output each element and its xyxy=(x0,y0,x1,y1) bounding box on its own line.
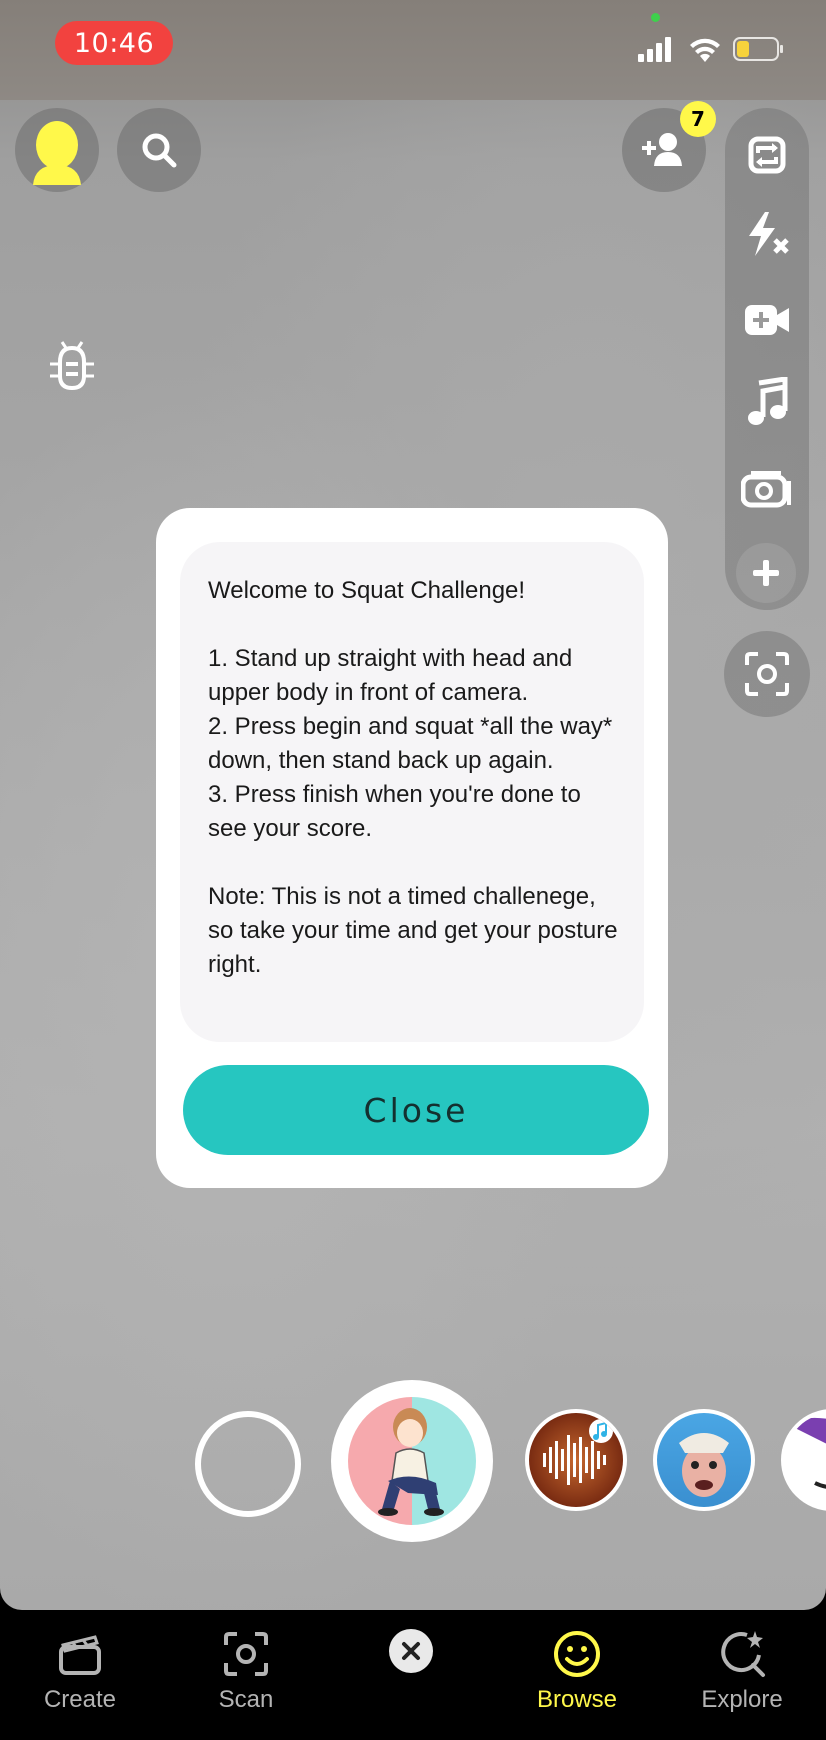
status-icons xyxy=(638,37,783,62)
add-friend-icon xyxy=(642,133,682,166)
nav-label-explore: Explore xyxy=(701,1686,783,1713)
smiley-icon xyxy=(554,1631,600,1677)
nav-label-browse: Browse xyxy=(536,1686,618,1713)
squat-character-icon xyxy=(348,1397,476,1525)
scan-lens-button[interactable] xyxy=(724,631,810,717)
lens-music-waveform[interactable] xyxy=(525,1409,627,1511)
multi-camera-icon xyxy=(741,471,791,508)
camera-viewfinder: 10:46 7 Welcome to Squat Challenge! 1. S… xyxy=(0,0,826,1610)
nav-item-scan[interactable]: Scan xyxy=(176,1628,316,1728)
plus-icon xyxy=(753,560,779,586)
notification-badge: 7 xyxy=(680,101,716,137)
close-button[interactable]: Close xyxy=(183,1065,649,1155)
creature-face-icon xyxy=(657,1413,751,1507)
scan-icon xyxy=(224,1632,268,1676)
video-camera-plus-icon xyxy=(745,305,789,335)
nav-label-scan: Scan xyxy=(218,1686,274,1713)
flash-off-icon xyxy=(749,212,789,256)
wifi-icon xyxy=(690,38,720,62)
explore-star-icon xyxy=(721,1631,765,1677)
nav-item-browse[interactable]: Browse xyxy=(507,1628,647,1728)
instructions-text: Welcome to Squat Challenge! 1. Stand up … xyxy=(208,577,618,978)
profile-avatar-button[interactable] xyxy=(15,108,99,192)
flip-camera-icon xyxy=(748,136,786,174)
nav-label-create: Create xyxy=(43,1686,117,1713)
battery-icon xyxy=(733,37,783,61)
music-button[interactable] xyxy=(736,371,798,433)
camera-in-use-indicator xyxy=(651,13,660,22)
search-button[interactable] xyxy=(117,108,201,192)
close-icon xyxy=(402,1642,420,1660)
lens-partial[interactable] xyxy=(781,1409,826,1511)
music-note-icon xyxy=(748,377,788,425)
nav-item-explore[interactable]: Explore xyxy=(672,1628,812,1728)
video-effects-button[interactable] xyxy=(736,289,798,351)
instructions-dialog: Welcome to Squat Challenge! 1. Stand up … xyxy=(156,508,668,1188)
search-icon xyxy=(142,133,177,168)
debug-bug-icon[interactable] xyxy=(44,338,100,394)
multi-capture-button[interactable] xyxy=(736,456,798,518)
lens-slot-empty[interactable] xyxy=(195,1411,301,1517)
more-tools-button[interactable] xyxy=(736,543,796,603)
clear-lens-button[interactable] xyxy=(389,1629,433,1673)
bitmoji-avatar-icon xyxy=(33,121,81,185)
status-time: 10:46 xyxy=(55,21,173,65)
scan-frame-icon xyxy=(745,652,789,696)
flip-camera-button[interactable] xyxy=(736,124,798,186)
clapperboard-icon xyxy=(59,1635,101,1675)
flash-off-button[interactable] xyxy=(736,203,798,265)
lens-squat-challenge[interactable] xyxy=(331,1380,493,1542)
lens-creature-face[interactable] xyxy=(653,1409,755,1511)
nav-item-create[interactable]: Create xyxy=(10,1628,150,1728)
waveform-icon xyxy=(529,1413,623,1507)
lens-partial-icon xyxy=(785,1413,826,1507)
cellular-signal-icon xyxy=(638,37,671,62)
